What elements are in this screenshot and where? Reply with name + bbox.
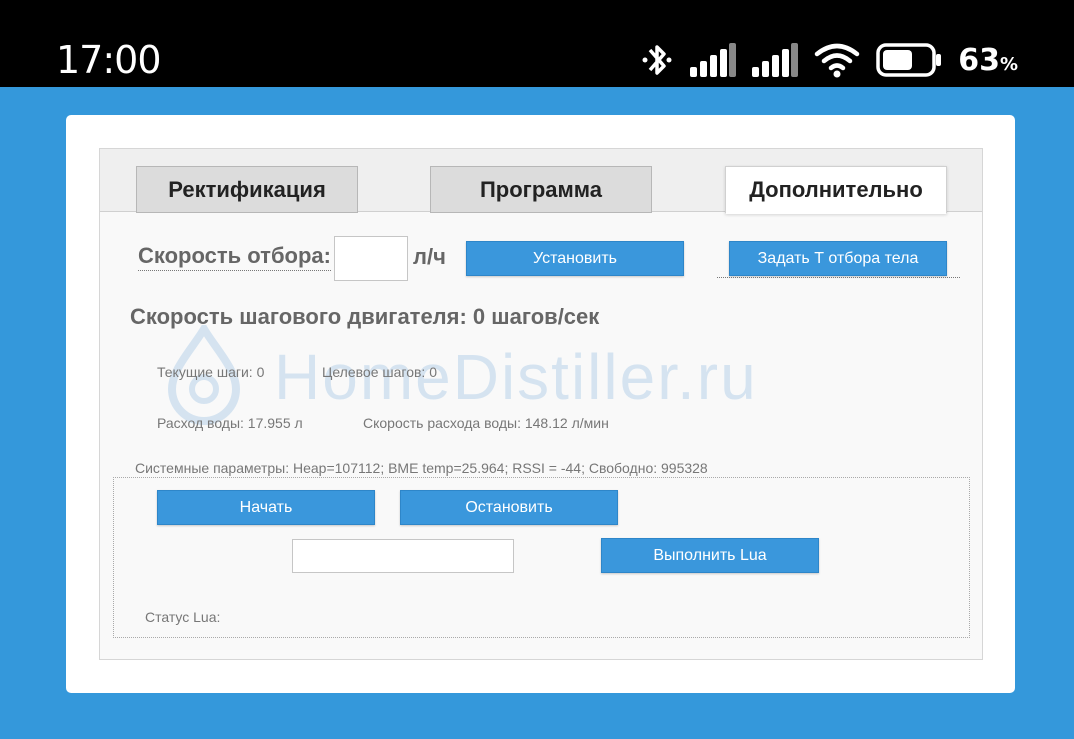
signal-icon	[690, 43, 737, 77]
set-button[interactable]: Установить	[466, 241, 684, 276]
water-flow: Расход воды: 17.955 л	[157, 415, 303, 431]
bluetooth-icon	[640, 40, 674, 80]
system-params: Системные параметры: Heap=107112; BME te…	[135, 460, 708, 476]
wifi-icon	[814, 42, 860, 78]
stop-button[interactable]: Остановить	[400, 490, 618, 525]
tab-additional[interactable]: Дополнительно	[725, 166, 947, 214]
main-card: Ректификация Программа Дополнительно Hom…	[66, 115, 1015, 693]
speed-unit: л/ч	[413, 244, 446, 269]
battery-icon	[876, 43, 942, 77]
tab-rectification[interactable]: Ректификация	[136, 166, 358, 213]
motor-speed-heading: Скорость шагового двигателя: 0 шагов/сек	[130, 304, 600, 329]
current-steps: Текущие шаги: 0	[157, 364, 265, 380]
status-bar: 17:00 63%	[0, 0, 1074, 87]
tab-bar: Ректификация Программа Дополнительно	[100, 149, 982, 214]
set-body-temp-button[interactable]: Задать Т отбора тела	[729, 241, 947, 276]
lua-input[interactable]	[292, 539, 514, 573]
signal-icon	[752, 43, 799, 77]
speed-label: Скорость отбора:	[138, 243, 331, 271]
tab-program[interactable]: Программа	[430, 166, 652, 213]
run-lua-button[interactable]: Выполнить Lua	[601, 538, 819, 573]
speed-input[interactable]	[334, 236, 408, 281]
status-icons: 63%	[640, 38, 1018, 82]
water-rate: Скорость расхода воды: 148.12 л/мин	[363, 415, 609, 431]
divider	[717, 277, 960, 278]
tab-panel: Ректификация Программа Дополнительно Hom…	[99, 148, 983, 660]
lua-status: Статус Lua:	[145, 609, 221, 625]
battery-percent: 63%	[958, 42, 1018, 78]
lua-section: Начать Остановить Выполнить Lua Статус L…	[113, 477, 970, 638]
start-button[interactable]: Начать	[157, 490, 375, 525]
clock: 17:00	[56, 38, 162, 82]
target-steps: Целевое шагов: 0	[322, 364, 437, 380]
